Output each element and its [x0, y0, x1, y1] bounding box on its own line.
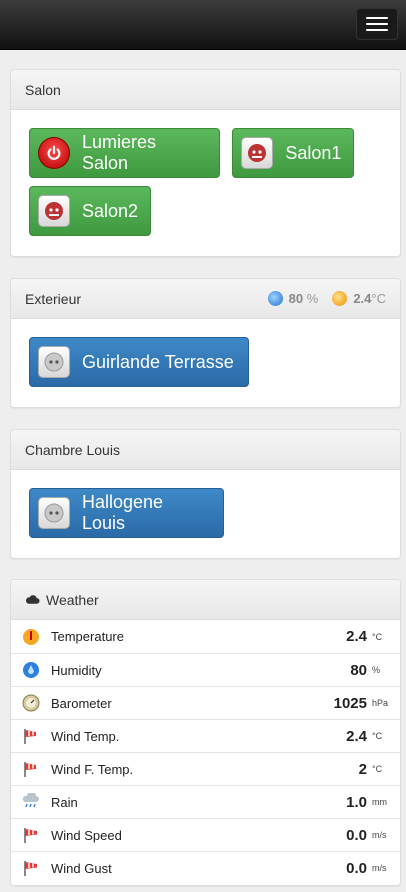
- socket-off-icon: [38, 497, 70, 529]
- room-panel-salon: Salon Lumieres Salon Salon1 Salon2: [10, 69, 401, 257]
- device-button-guirlande-terrasse[interactable]: Guirlande Terrasse: [29, 337, 249, 387]
- device-button-salon1[interactable]: Salon1: [232, 128, 355, 178]
- room-title: Salon: [25, 81, 61, 98]
- menu-toggle-button[interactable]: [356, 8, 398, 40]
- thermometer-icon: [21, 627, 41, 647]
- device-button-lumieres-salon[interactable]: Lumieres Salon: [29, 128, 220, 178]
- device-button-salon2[interactable]: Salon2: [29, 186, 151, 236]
- temperature-readout: 2.4°C: [332, 291, 386, 306]
- weather-row-wind-feel-temp: Wind F. Temp. 2 °C: [11, 752, 400, 785]
- socket-on-icon: [38, 195, 70, 227]
- room-title: Exterieur: [25, 290, 82, 307]
- room-panel-exterieur: Exterieur 80 % 2.4°C Guirlande Terrasse: [10, 278, 401, 408]
- thermometer-icon: [332, 291, 348, 306]
- wind-feel-icon: [21, 759, 41, 779]
- humidity-icon: [267, 291, 283, 306]
- weather-panel-header: Weather: [11, 580, 400, 620]
- weather-list: Temperature 2.4 °C Humidity 80 % Baromet…: [11, 620, 400, 884]
- weather-panel: Weather Temperature 2.4 °C Humidity 80 %…: [10, 579, 401, 886]
- device-label: Hallogene Louis: [81, 492, 164, 533]
- wind-temp-icon: [21, 726, 41, 746]
- room-title: Chambre Louis: [25, 441, 120, 458]
- room-panel-header: Salon: [11, 70, 400, 110]
- device-label: Guirlande Terrasse: [82, 351, 234, 372]
- humidity-icon: [21, 660, 41, 680]
- socket-on-icon: [241, 137, 274, 169]
- top-navbar: [0, 0, 406, 50]
- humidity-readout: 80 %: [267, 291, 318, 306]
- weather-row-humidity: Humidity 80 %: [11, 653, 400, 686]
- weather-row-temperature: Temperature 2.4 °C: [11, 620, 400, 653]
- device-label: Salon1: [285, 142, 342, 163]
- windsock-icon: [21, 825, 41, 845]
- room-panel-header: Exterieur 80 % 2.4°C: [11, 279, 400, 319]
- device-label: Salon2: [81, 200, 138, 221]
- weather-row-rain: Rain 1.0 mm: [11, 785, 400, 818]
- weather-row-wind-temp: Wind Temp. 2.4 °C: [11, 719, 400, 752]
- socket-off-icon: [38, 346, 70, 378]
- cloud-icon: [25, 594, 40, 605]
- weather-title: Weather: [46, 591, 99, 608]
- device-label: Lumieres Salon: [81, 132, 157, 173]
- windsock-icon: [21, 858, 41, 878]
- power-icon: [38, 137, 70, 169]
- weather-row-wind-gust: Wind Gust 0.0 m/s: [11, 851, 400, 884]
- device-button-hallogene-louis[interactable]: Hallogene Louis: [29, 488, 224, 538]
- room-panel-header: Chambre Louis: [11, 430, 400, 470]
- weather-row-barometer: Barometer 1025 hPa: [11, 686, 400, 719]
- rain-icon: [21, 792, 41, 812]
- barometer-icon: [21, 693, 41, 713]
- menu-icon: [366, 17, 388, 19]
- weather-row-wind-speed: Wind Speed 0.0 m/s: [11, 818, 400, 851]
- room-panel-chambre-louis: Chambre Louis Hallogene Louis: [10, 429, 401, 559]
